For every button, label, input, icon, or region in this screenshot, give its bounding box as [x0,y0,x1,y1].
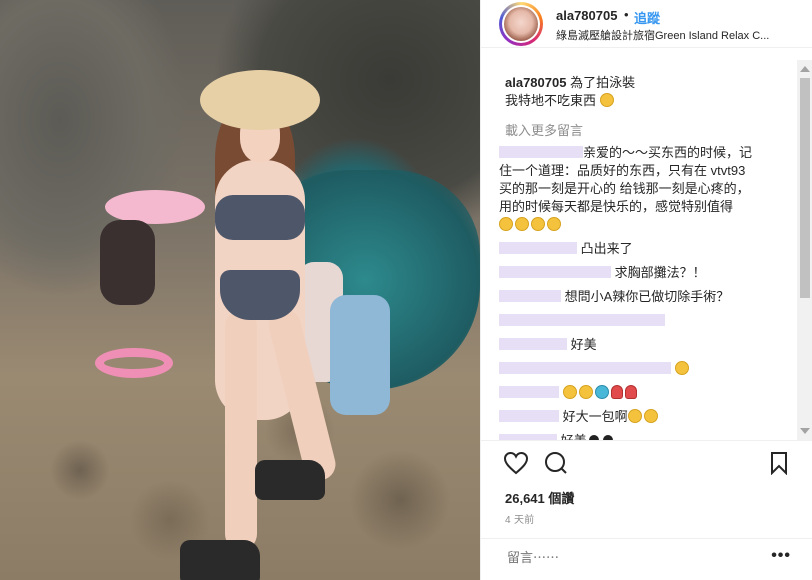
redacted-username [499,338,567,350]
avatar[interactable] [499,2,543,46]
smile-emoji-icon [547,217,561,231]
boot-left [180,540,260,580]
comment-item: 求胸部攤法？！ [499,264,706,282]
post-timestamp[interactable]: 4 天前 [505,511,535,526]
avatar-ring-gap [502,5,540,43]
comments-list[interactable]: ala780705 為了拍泳裝 我特地不吃東西 載入更多留言 亲爱的～～买东西的… [481,60,797,440]
comment-item [499,384,639,402]
gem-emoji-icon [594,385,609,399]
rose-emoji-icon [624,385,637,399]
smile-emoji-icon [531,217,545,231]
straw-hat [200,70,320,130]
rose-emoji-icon [610,385,623,399]
black-heart-icon [600,432,615,440]
more-options-icon[interactable]: ••• [771,547,791,565]
location-link[interactable]: 綠島滅壓艙設計旅宿Green Island Relax C... [556,27,796,43]
scroll-up-arrow-icon[interactable] [800,66,810,72]
post-sidebar: ala780705 • 追蹤 綠島滅壓艙設計旅宿Green Island Rel… [480,0,812,580]
comment-item: 好大一包啊 [499,408,660,426]
bikini-bottom [220,270,300,320]
comment-item [499,360,691,378]
comment-bubble-icon[interactable] [543,451,569,480]
post-caption: ala780705 為了拍泳裝 我特地不吃東西 [505,74,635,110]
caption-text-2: 我特地不吃東西 [505,93,597,108]
comment-text: 用的时候每天都是快乐的，感觉特别值得 [499,199,734,214]
load-more-comments[interactable]: 載入更多留言 [505,120,583,139]
nerd-emoji-icon [578,385,593,399]
redacted-username [499,290,561,302]
redacted-username [499,242,577,254]
model-figure [170,70,360,580]
comment-text: 想問小A辣你已做切除手術？ [564,289,730,304]
nerd-emoji-icon [562,385,577,399]
comment-item [499,312,665,330]
like-count[interactable]: 26,641 個讚 [505,488,574,507]
comment-text: 买的那一刻是开心的 给钱那一刻是心疼的， [499,181,750,196]
background-person [100,220,155,305]
comment-item: 亲爱的～～买东西的时候，记 住一个道理：品质好的东西，只有在 vtvt93 买的… [499,144,752,234]
follow-button[interactable]: 追蹤 [634,8,660,27]
redacted-comment [499,362,671,374]
boot-right [255,460,325,500]
post-photo[interactable] [0,0,480,580]
separator-dot: • [624,7,629,22]
leg-left [225,310,257,550]
comment-item: 好美 [499,432,615,440]
comment-input[interactable] [505,549,759,566]
comment-text: 凸出来了 [580,241,633,256]
add-comment-bar: ••• [481,538,812,580]
username-link[interactable]: ala780705 [556,8,617,23]
grimace-emoji-icon [599,93,614,107]
grimace-emoji-icon [627,409,642,423]
avatar-image [504,7,538,41]
comment-item: 凸出来了 [499,240,633,258]
scroll-down-arrow-icon[interactable] [800,428,810,434]
redacted-username [499,386,559,398]
bookmark-icon[interactable] [769,451,789,480]
redacted-username [499,146,583,158]
caption-text: 為了拍泳裝 [570,75,636,90]
action-bar [481,440,812,480]
comment-text: 好大一包啊 [562,409,628,424]
post-header: ala780705 • 追蹤 綠島滅壓艙設計旅宿Green Island Rel… [481,0,812,48]
like-heart-icon[interactable] [503,451,529,480]
comment-text: 好美 [561,433,587,440]
black-heart-icon [586,432,601,440]
redacted-username [499,410,559,422]
comment-text: 住一个道理：品质好的东西，只有在 vtvt93 [499,163,746,178]
comment-item: 想問小A辣你已做切除手術？ [499,288,729,306]
caption-username[interactable]: ala780705 [505,75,566,90]
smile-emoji-icon [499,217,513,231]
pink-swim-ring [95,348,173,378]
comments-scrollbar[interactable] [797,60,812,440]
smile-emoji-icon [515,217,529,231]
scroll-thumb[interactable] [800,78,810,298]
comment-text: 亲爱的～～买东西的时候，记 [583,145,753,160]
comment-text: 求胸部攤法？！ [614,265,706,280]
bikini-top [215,195,305,240]
grimace-emoji-icon [674,361,689,375]
comment-item: 好美 [499,336,597,354]
redacted-username [499,266,611,278]
comment-text: 好美 [570,337,597,352]
redacted-comment [499,314,665,326]
grimace-emoji-icon [643,409,658,423]
